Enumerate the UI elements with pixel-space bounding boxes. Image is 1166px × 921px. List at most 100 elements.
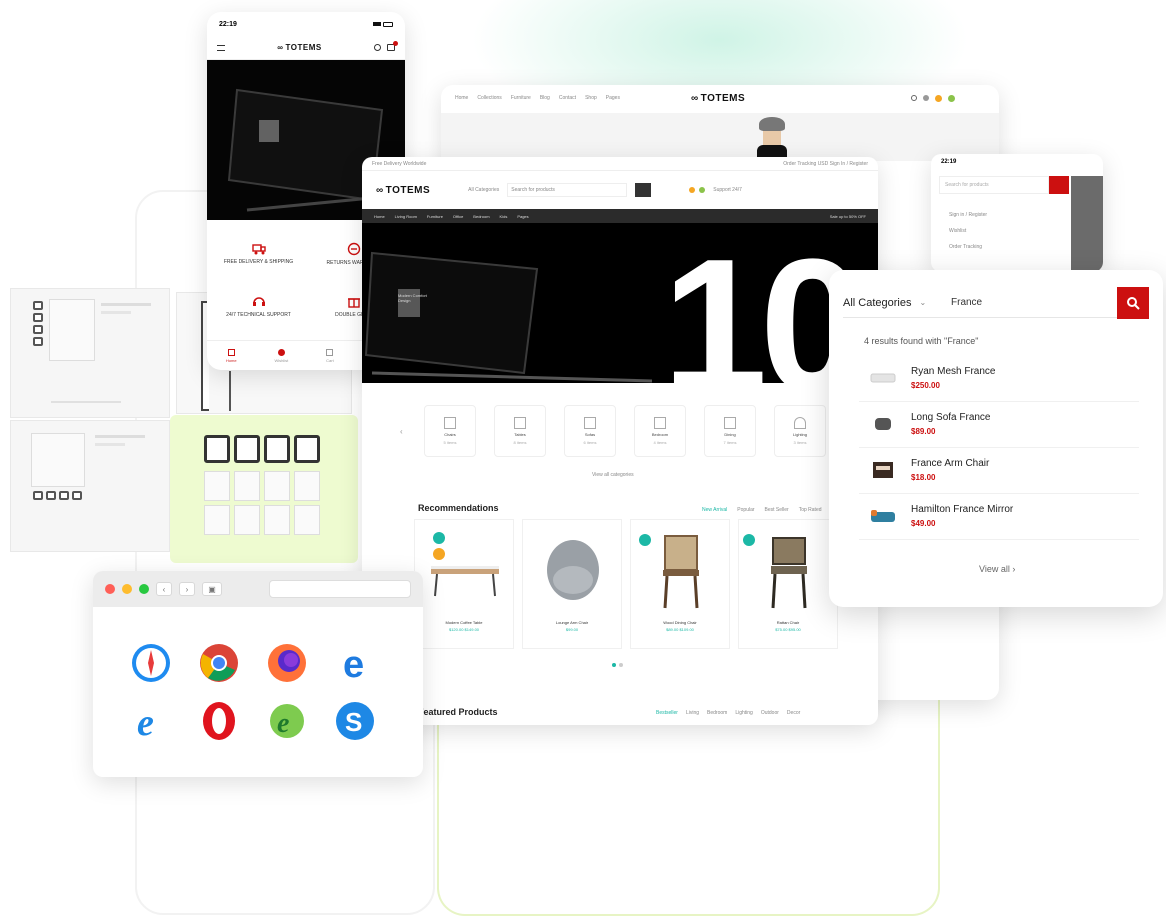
view-all-categories-link[interactable]: View all categories bbox=[592, 472, 634, 478]
safari-icon bbox=[132, 644, 170, 682]
small-phone-search-button[interactable] bbox=[1049, 176, 1069, 194]
top-strip-right[interactable]: Order Tracking USD Sign In / Register bbox=[783, 161, 868, 167]
mobile-logo[interactable]: ∞ TOTEMS bbox=[277, 43, 321, 52]
menu-item[interactable]: Bedroom bbox=[473, 214, 489, 219]
back-nav-item[interactable]: Shop bbox=[585, 95, 597, 101]
top-strip-left: Free Delivery Worldwide bbox=[372, 160, 427, 167]
back-arrow-icon[interactable]: ‹ bbox=[156, 582, 172, 596]
dining-icon bbox=[724, 417, 736, 429]
cart-icon[interactable] bbox=[386, 41, 398, 51]
category-card[interactable]: Chairs 5 items bbox=[424, 405, 476, 457]
tab-home[interactable]: Home bbox=[226, 348, 237, 363]
search-icon[interactable] bbox=[373, 44, 381, 51]
tab-popular[interactable]: Popular bbox=[737, 507, 754, 513]
forward-arrow-icon[interactable]: › bbox=[179, 582, 195, 596]
close-window-button[interactable] bbox=[105, 584, 115, 594]
menu-item[interactable]: Living Room bbox=[395, 214, 417, 219]
product-card[interactable]: Modern Coffee Table $120.00 $149.00 bbox=[414, 519, 514, 649]
search-bar: All Categories ⌄ France bbox=[843, 286, 1149, 319]
search-result-item[interactable]: Long Sofa France $89.00 bbox=[859, 408, 1139, 448]
small-phone-menu-item[interactable]: Sign in / Register bbox=[949, 212, 987, 218]
result-price: $89.00 bbox=[911, 427, 936, 436]
site-header: ∞ TOTEMS All Categories Search for produ… bbox=[362, 171, 878, 209]
truck-icon bbox=[251, 244, 266, 255]
cart-icon[interactable] bbox=[948, 95, 955, 102]
hamburger-menu-icon[interactable] bbox=[217, 44, 225, 51]
carousel-dot[interactable] bbox=[619, 663, 623, 667]
back-nav-item[interactable]: Pages bbox=[606, 95, 620, 101]
desktop-main-screen: Free Delivery Worldwide Order Tracking U… bbox=[362, 157, 878, 725]
category-card[interactable]: Sofas 6 items bbox=[564, 405, 616, 457]
product-card[interactable]: Rattan Chair $75.00 $95.00 bbox=[738, 519, 838, 649]
maximize-window-button[interactable] bbox=[139, 584, 149, 594]
tab-wishlist[interactable]: Wishlist bbox=[274, 348, 288, 363]
menu-item[interactable]: Home bbox=[374, 214, 385, 219]
back-logo[interactable]: ∞ TOTEMS bbox=[691, 93, 745, 104]
minimize-window-button[interactable] bbox=[122, 584, 132, 594]
featured-tab[interactable]: Bestseller bbox=[656, 710, 678, 716]
back-nav-item[interactable]: Furniture bbox=[511, 95, 531, 101]
browser-toolbar: ‹ › ▣ bbox=[93, 571, 423, 607]
search-button[interactable] bbox=[635, 183, 652, 197]
result-name: France Arm Chair bbox=[911, 458, 990, 469]
ie-green-icon: e bbox=[270, 704, 304, 739]
mobile-menu-screen: 22:19 Search for products Sign in / Regi… bbox=[931, 154, 1103, 272]
product-card[interactable]: Lounge Arm Chair $99.00 bbox=[522, 519, 622, 649]
featured-tab[interactable]: Living bbox=[686, 710, 699, 716]
tab-cart[interactable]: Cart bbox=[326, 348, 334, 363]
layout-sketch-2 bbox=[10, 420, 170, 552]
small-phone-menu-item[interactable]: Wishlist bbox=[949, 228, 987, 234]
cart-icon[interactable] bbox=[699, 187, 706, 193]
menu-promo[interactable]: Sale up to 50% OFF bbox=[830, 214, 866, 219]
menu-item[interactable]: Furniture bbox=[427, 214, 443, 219]
tab-best-seller[interactable]: Best Seller bbox=[765, 507, 789, 513]
featured-tab[interactable]: Lighting bbox=[735, 710, 753, 716]
featured-tab[interactable]: Bedroom bbox=[707, 710, 727, 716]
category-card[interactable]: Dining 7 items bbox=[704, 405, 756, 457]
bench-thumb bbox=[870, 373, 896, 383]
back-nav-item[interactable]: Collections bbox=[477, 95, 501, 101]
recommendations-tabs: New Arrival Popular Best Seller Top Rate… bbox=[702, 507, 822, 513]
heart-icon[interactable] bbox=[935, 95, 942, 102]
product-card[interactable]: Wood Dining Chair $89.00 $109.00 bbox=[630, 519, 730, 649]
menu-item[interactable]: Pages bbox=[517, 214, 528, 219]
chevron-right-icon: › bbox=[1012, 564, 1016, 574]
featured-tab[interactable]: Decor bbox=[787, 710, 800, 716]
tab-new-arrival[interactable]: New Arrival bbox=[702, 507, 727, 513]
address-bar[interactable] bbox=[269, 580, 411, 598]
small-phone-menu-item[interactable]: Order Tracking bbox=[949, 244, 987, 250]
chair-icon bbox=[444, 417, 456, 429]
search-input[interactable]: Search for products bbox=[507, 183, 628, 197]
back-nav-item[interactable]: Home bbox=[455, 95, 468, 101]
logo-mark-icon: ∞ bbox=[691, 93, 699, 104]
menu-item[interactable]: Office bbox=[453, 214, 463, 219]
category-dropdown[interactable]: All Categories ⌄ bbox=[843, 297, 951, 309]
menu-item[interactable]: Kids bbox=[500, 214, 508, 219]
site-logo[interactable]: ∞ TOTEMS bbox=[376, 185, 430, 196]
back-nav-item[interactable]: Contact bbox=[559, 95, 576, 101]
tab-top-rated[interactable]: Top Rated bbox=[799, 507, 822, 513]
sidebar-toggle-icon[interactable]: ▣ bbox=[202, 582, 222, 596]
search-result-item[interactable]: Hamilton France Mirror $49.00 bbox=[859, 500, 1139, 540]
search-button[interactable] bbox=[1117, 286, 1149, 319]
small-phone-search-input[interactable]: Search for products bbox=[939, 176, 1049, 194]
category-card[interactable]: Tables 8 items bbox=[494, 405, 546, 457]
carousel-prev-arrow-icon[interactable]: ‹ bbox=[400, 427, 403, 436]
category-card[interactable]: Lighting 3 items bbox=[774, 405, 826, 457]
mobile-header-actions bbox=[373, 41, 398, 51]
thumb-row bbox=[33, 491, 82, 500]
search-result-item[interactable]: Ryan Mesh France $250.00 bbox=[859, 362, 1139, 402]
search-result-item[interactable]: France Arm Chair $18.00 bbox=[859, 454, 1139, 494]
view-all-link[interactable]: View all › bbox=[979, 564, 1015, 574]
gift-icon bbox=[347, 298, 360, 308]
search-icon[interactable] bbox=[911, 95, 917, 101]
back-nav-item[interactable]: Blog bbox=[540, 95, 550, 101]
search-query-input[interactable]: France bbox=[951, 297, 1117, 308]
heart-icon[interactable] bbox=[689, 187, 696, 193]
search-category-select[interactable]: All Categories bbox=[468, 187, 499, 193]
hero-banner: Modern Comfort Design 10 bbox=[362, 223, 878, 383]
carousel-dot-active[interactable] bbox=[612, 663, 616, 667]
category-card[interactable]: Bedroom 4 items bbox=[634, 405, 686, 457]
user-icon[interactable] bbox=[923, 95, 929, 101]
featured-tab[interactable]: Outdoor bbox=[761, 710, 779, 716]
